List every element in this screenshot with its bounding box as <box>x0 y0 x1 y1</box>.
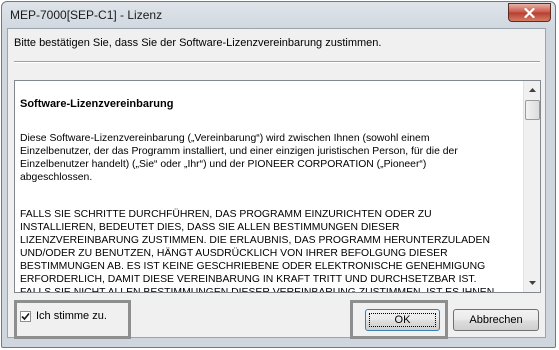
checkbox-box[interactable] <box>20 310 31 322</box>
close-icon <box>524 7 535 18</box>
checkmark-icon <box>21 312 30 320</box>
close-button[interactable] <box>508 3 551 22</box>
agree-label[interactable]: Ich stimme zu. <box>36 310 107 322</box>
arrow-down-icon <box>528 281 536 285</box>
separator <box>14 61 540 63</box>
cancel-button-label: Abbrechen <box>469 314 523 326</box>
focus-rect <box>369 313 436 327</box>
license-content: Software-Lizenzvereinbarung Diese Softwa… <box>20 85 520 293</box>
window-title: MEP-7000[SEP-C1] - Lizenz <box>10 8 163 22</box>
cancel-button[interactable]: Abbrechen <box>453 309 539 331</box>
scroll-down-button[interactable] <box>524 275 540 291</box>
license-heading: Software-Lizenzvereinbarung <box>20 98 174 110</box>
agree-checkbox[interactable]: Ich stimme zu. <box>20 310 107 322</box>
scroll-up-button[interactable] <box>524 82 540 98</box>
license-paragraph: FALLS SIE SCHRITTE DURCHFÜHREN, DAS PROG… <box>20 209 495 293</box>
license-paragraph: Diese Software-Lizenzvereinbarung („Vere… <box>20 133 458 183</box>
ok-button[interactable]: OK <box>365 309 440 331</box>
arrow-up-icon <box>528 88 536 92</box>
instruction-text: Bitte bestätigen Sie, dass Sie der Softw… <box>14 37 382 49</box>
license-textbox[interactable]: Software-Lizenzvereinbarung Diese Softwa… <box>14 80 541 293</box>
vertical-scrollbar[interactable] <box>523 81 540 292</box>
title-bar[interactable]: MEP-7000[SEP-C1] - Lizenz <box>2 2 555 30</box>
scroll-thumb[interactable] <box>525 100 540 120</box>
